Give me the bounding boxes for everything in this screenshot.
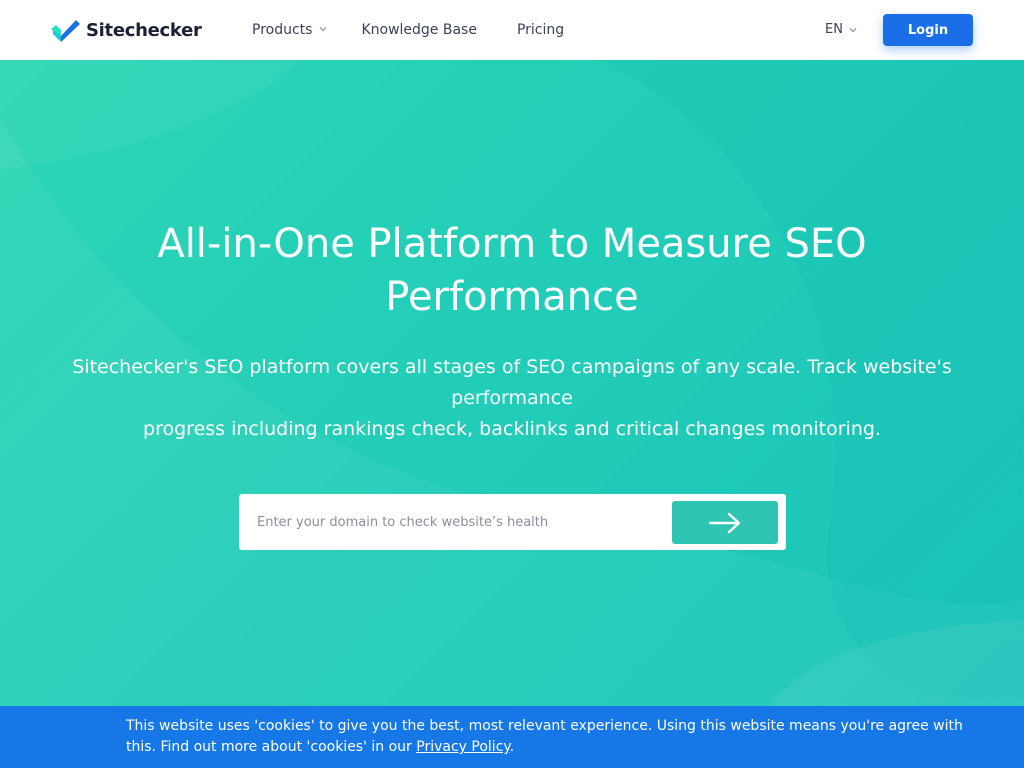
logo[interactable]: Sitechecker — [50, 17, 202, 43]
domain-input[interactable] — [257, 494, 657, 550]
nav-knowledge-base-label: Knowledge Base — [361, 22, 477, 38]
hero-subtitle: Sitechecker's SEO platform covers all st… — [70, 352, 954, 445]
domain-search-form — [239, 494, 786, 550]
chevron-down-icon — [849, 27, 857, 32]
cookie-message: This website uses 'cookies' to give you … — [126, 718, 963, 755]
login-button[interactable]: Login — [883, 14, 973, 46]
privacy-policy-link[interactable]: Privacy Policy — [416, 739, 509, 755]
cookie-period: . — [509, 739, 515, 755]
check-domain-button[interactable] — [672, 501, 778, 544]
language-label: EN — [825, 22, 843, 37]
nav-products[interactable]: Products — [252, 22, 327, 38]
nav-pricing[interactable]: Pricing — [517, 22, 564, 38]
hero-title: All-in-One Platform to Measure SEO Perfo… — [157, 221, 867, 320]
cookie-banner: This website uses 'cookies' to give you … — [0, 706, 1024, 768]
nav-products-label: Products — [252, 22, 313, 38]
hero-subtitle-line-1: Sitechecker's SEO platform covers all st… — [72, 356, 952, 409]
brand-name: Sitechecker — [86, 19, 202, 41]
language-selector[interactable]: EN — [825, 22, 857, 37]
hero-section: All-in-One Platform to Measure SEO Perfo… — [0, 60, 1024, 768]
chevron-down-icon — [320, 27, 327, 32]
main-nav: Products Knowledge Base Pricing — [252, 0, 604, 60]
arrow-right-icon — [708, 512, 741, 533]
nav-pricing-label: Pricing — [516, 22, 565, 38]
hero-subtitle-line-2: progress including rankings check, backl… — [143, 418, 881, 440]
site-header: Sitechecker Products Knowledge Base Pric… — [0, 0, 1024, 60]
cookie-text: This website uses 'cookies' to give you … — [126, 716, 966, 758]
nav-knowledge-base[interactable]: Knowledge Base — [361, 22, 477, 38]
sitechecker-logo-icon — [51, 20, 80, 42]
